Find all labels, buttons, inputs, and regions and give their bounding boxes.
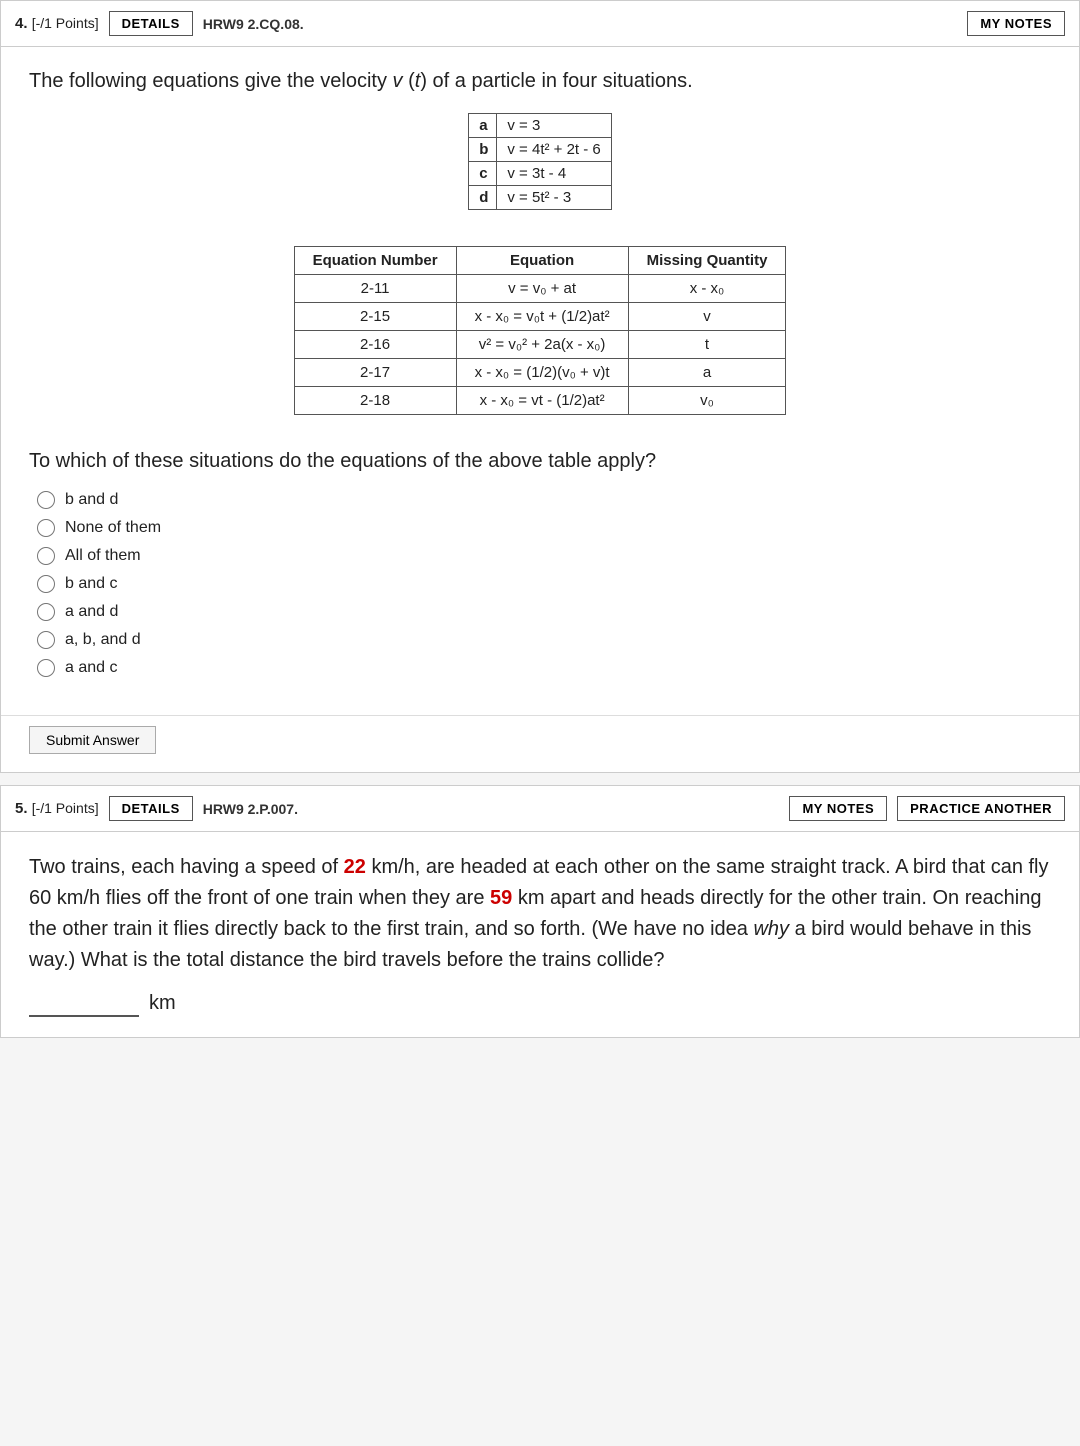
q4-radio-group: b and d None of them All of them b and c a a… xyxy=(37,491,1051,677)
q5-distance: 59 xyxy=(490,887,512,909)
radio-label-4: a and d xyxy=(65,603,118,621)
kin-eq: x - x₀ = (1/2)(v₀ + v)t xyxy=(456,359,628,387)
col-header-eq: Equation xyxy=(456,247,628,275)
kin-missing: v xyxy=(628,303,786,331)
kin-eq-num: 2-15 xyxy=(294,303,456,331)
kin-missing: a xyxy=(628,359,786,387)
small-table-row: dv = 5t² - 3 xyxy=(469,186,612,210)
question-5-header: 5. [-/1 Points] DETAILS HRW9 2.P.007. MY… xyxy=(1,786,1079,832)
q4-small-table: av = 3bv = 4t² + 2t - 6cv = 3t - 4dv = 5… xyxy=(468,113,612,210)
small-table-row: bv = 4t² + 2t - 6 xyxy=(469,138,612,162)
q5-text: Two trains, each having a speed of 22 km… xyxy=(29,852,1051,976)
radio-input-6[interactable] xyxy=(37,659,55,677)
question-5-number: 5. [-/1 Points] xyxy=(15,800,99,817)
q4-mynotes-button[interactable]: MY NOTES xyxy=(967,11,1065,36)
q4-tables-wrapper: av = 3bv = 4t² + 2t - 6cv = 3t - 4dv = 5… xyxy=(29,113,1051,437)
small-table-letter: a xyxy=(469,114,497,138)
radio-input-3[interactable] xyxy=(37,575,55,593)
radio-label-1: None of them xyxy=(65,519,161,537)
small-table-row: av = 3 xyxy=(469,114,612,138)
small-table-letter: b xyxy=(469,138,497,162)
col-header-missing: Missing Quantity xyxy=(628,247,786,275)
q5-mynotes-button[interactable]: MY NOTES xyxy=(789,796,887,821)
radio-option[interactable]: a and c xyxy=(37,659,1051,677)
q5-unit: km xyxy=(149,992,176,1015)
kin-eq-num: 2-11 xyxy=(294,275,456,303)
q4-details-button[interactable]: DETAILS xyxy=(109,11,193,36)
radio-option[interactable]: b and d xyxy=(37,491,1051,509)
kin-eq: v² = v₀² + 2a(x - x₀) xyxy=(456,331,628,359)
small-table-row: cv = 3t - 4 xyxy=(469,162,612,186)
radio-option[interactable]: a, b, and d xyxy=(37,631,1051,649)
small-table-eq: v = 5t² - 3 xyxy=(497,186,611,210)
kin-missing: v₀ xyxy=(628,387,786,415)
kin-eq: v = v₀ + at xyxy=(456,275,628,303)
col-header-eq-num: Equation Number xyxy=(294,247,456,275)
small-table-eq: v = 3 xyxy=(497,114,611,138)
kinematics-table-row: 2-18x - x₀ = vt - (1/2)at²v₀ xyxy=(294,387,786,415)
radio-input-0[interactable] xyxy=(37,491,55,509)
q5-details-button[interactable]: DETAILS xyxy=(109,796,193,821)
radio-option[interactable]: None of them xyxy=(37,519,1051,537)
small-table-eq: v = 4t² + 2t - 6 xyxy=(497,138,611,162)
small-table-letter: c xyxy=(469,162,497,186)
kin-missing: t xyxy=(628,331,786,359)
kinematics-table-row: 2-17x - x₀ = (1/2)(v₀ + v)ta xyxy=(294,359,786,387)
q4-code: HRW9 2.CQ.08. xyxy=(203,16,304,32)
radio-option[interactable]: All of them xyxy=(37,547,1051,565)
question-5-body: Two trains, each having a speed of 22 km… xyxy=(1,832,1079,1037)
question-5-block: 5. [-/1 Points] DETAILS HRW9 2.P.007. MY… xyxy=(0,785,1080,1038)
q5-speed: 22 xyxy=(344,856,366,878)
radio-label-0: b and d xyxy=(65,491,118,509)
question-4-number: 4. [-/1 Points] xyxy=(15,15,99,32)
kinematics-table-row: 2-11v = v₀ + atx - x₀ xyxy=(294,275,786,303)
small-table-letter: d xyxy=(469,186,497,210)
q5-practice-button[interactable]: PRACTICE ANOTHER xyxy=(897,796,1065,821)
kinematics-table-row: 2-15x - x₀ = v₀t + (1/2)at²v xyxy=(294,303,786,331)
kinematics-table-row: 2-16v² = v₀² + 2a(x - x₀)t xyxy=(294,331,786,359)
kin-eq: x - x₀ = v₀t + (1/2)at² xyxy=(456,303,628,331)
q5-answer-input[interactable] xyxy=(29,990,139,1017)
kin-eq-num: 2-16 xyxy=(294,331,456,359)
small-table-eq: v = 3t - 4 xyxy=(497,162,611,186)
kin-eq: x - x₀ = vt - (1/2)at² xyxy=(456,387,628,415)
radio-option[interactable]: a and d xyxy=(37,603,1051,621)
radio-input-2[interactable] xyxy=(37,547,55,565)
radio-option[interactable]: b and c xyxy=(37,575,1051,593)
kin-eq-num: 2-17 xyxy=(294,359,456,387)
kin-missing: x - x₀ xyxy=(628,275,786,303)
q4-intro-text: The following equations give the velocit… xyxy=(29,67,1051,95)
radio-label-5: a, b, and d xyxy=(65,631,141,649)
radio-input-5[interactable] xyxy=(37,631,55,649)
radio-label-2: All of them xyxy=(65,547,141,565)
q4-submit-button[interactable]: Submit Answer xyxy=(29,726,156,754)
q5-text-part1: Two trains, each having a speed of xyxy=(29,856,344,878)
radio-label-3: b and c xyxy=(65,575,117,593)
q5-answer-row: km xyxy=(29,990,1051,1017)
kin-eq-num: 2-18 xyxy=(294,387,456,415)
question-4-body: The following equations give the velocit… xyxy=(1,47,1079,715)
q5-code: HRW9 2.P.007. xyxy=(203,801,298,817)
question-4-header: 4. [-/1 Points] DETAILS HRW9 2.CQ.08. MY… xyxy=(1,1,1079,47)
q4-submit-area: Submit Answer xyxy=(1,715,1079,772)
question-4-block: 4. [-/1 Points] DETAILS HRW9 2.CQ.08. MY… xyxy=(0,0,1080,773)
q4-kinematics-table: Equation Number Equation Missing Quantit… xyxy=(294,246,787,415)
radio-input-4[interactable] xyxy=(37,603,55,621)
radio-label-6: a and c xyxy=(65,659,117,677)
q4-sub-question: To which of these situations do the equa… xyxy=(29,447,1051,475)
radio-input-1[interactable] xyxy=(37,519,55,537)
